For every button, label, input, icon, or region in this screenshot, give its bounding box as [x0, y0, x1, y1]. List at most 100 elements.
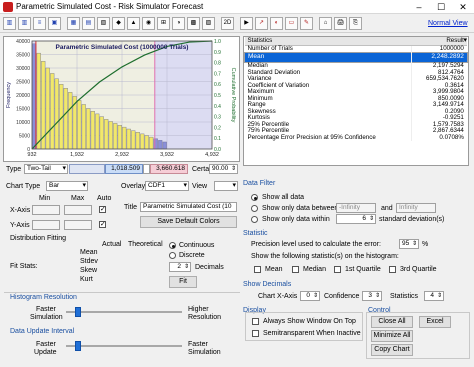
show-all-radio[interactable] [251, 194, 258, 201]
statistics-row[interactable]: Mean 2,248.2892 [244, 52, 468, 63]
confidence-decimals-input[interactable]: 3 [362, 291, 382, 301]
fit-button[interactable]: Fit [169, 276, 197, 288]
min-label: Min [39, 195, 51, 202]
x-axis-min-input[interactable] [32, 205, 60, 215]
toolbar-half-circle-icon[interactable]: ◑ [172, 17, 185, 30]
chart-type-select[interactable]: Bar [46, 181, 88, 191]
left-value-input[interactable]: 1,018.509 [105, 164, 143, 174]
toolbar-copy-icon[interactable]: ⎘ [349, 17, 362, 30]
within-radio[interactable] [251, 216, 258, 223]
within-input[interactable]: 6 [336, 214, 376, 224]
between-radio[interactable] [251, 205, 258, 212]
certainty-input[interactable]: 90.00 [209, 164, 238, 174]
overlay-label: Overlay [121, 183, 146, 190]
toolbar-list-icon[interactable]: ≡ [33, 17, 46, 30]
x-axis-max-input[interactable] [64, 205, 92, 215]
statistic-name: Number of Trials [247, 44, 293, 52]
toolbar-diamond-icon[interactable]: ◆ [112, 17, 125, 30]
toolbar-2d-icon[interactable]: 2D [221, 17, 234, 30]
histogram-bar [63, 88, 68, 150]
close-button[interactable]: ✕ [452, 0, 474, 14]
statistics-decimals-input[interactable]: 4 [424, 291, 444, 301]
normal-view-link[interactable]: Normal View [428, 20, 468, 27]
toolbar-home-icon[interactable]: ⌂ [319, 17, 332, 30]
median-label: Median [303, 266, 326, 273]
spacer-box [143, 164, 150, 174]
toolbar-pen-icon[interactable]: ✎ [300, 17, 313, 30]
chart-xaxis-decimals-input[interactable]: 0 [300, 291, 320, 301]
toolbar-grid-icon[interactable]: ▦ [67, 17, 80, 30]
y-axis-label-left: Frequency [6, 82, 12, 108]
statistics-row[interactable]: Percentage Error Precision at 95% Confid… [245, 133, 468, 141]
mean-label: Mean [265, 266, 283, 273]
toolbar-table-icon[interactable]: ▣ [48, 17, 61, 30]
fit-row-kurt: Kurt [80, 276, 93, 283]
minimize-all-button[interactable]: Minimize All [371, 330, 413, 342]
toolbar-circle-icon[interactable]: ◉ [142, 17, 155, 30]
app-icon [3, 2, 13, 12]
x-tick-label: 932 [27, 152, 36, 158]
third-quartile-label: 3rd Quartile [400, 266, 437, 273]
toolbar-bar-chart-icon[interactable]: ▥ [18, 17, 31, 30]
median-checkbox[interactable] [292, 266, 299, 273]
x-tick-label: 4,932 [205, 152, 219, 158]
overlay-select[interactable]: CDF1 [145, 181, 189, 191]
discrete-radio[interactable] [169, 252, 176, 259]
histogram-bar [122, 126, 127, 150]
decimals-input[interactable]: 2 [169, 262, 191, 272]
toolbar-triangle-icon[interactable]: ▲ [127, 17, 140, 30]
x-axis-label: X-Axis [10, 207, 31, 214]
chart-title-input[interactable]: Parametric Simulated Cost (10 [140, 202, 237, 212]
data-update-track [66, 345, 182, 347]
toolbar-stripes-icon[interactable]: ▨ [202, 17, 215, 30]
between-to-input[interactable]: Infinity [396, 203, 436, 213]
x-axis-auto-checkbox[interactable]: ✓ [99, 206, 106, 213]
precision-input[interactable]: 95 [399, 239, 419, 249]
update-left-label-1: Faster [36, 341, 56, 348]
toolbar-frame-icon[interactable]: ▭ [285, 17, 298, 30]
decimals-label: Decimals [195, 264, 224, 271]
toolbar-area-icon[interactable]: ▧ [97, 17, 110, 30]
toolbar-pattern-icon[interactable]: ▩ [187, 17, 200, 30]
histogram-bar [50, 73, 55, 150]
histogram-bar [140, 133, 145, 150]
toolbar-column-icon[interactable]: ▤ [82, 17, 95, 30]
y-axis-max-input[interactable] [64, 220, 92, 230]
fit-row-mean: Mean [80, 249, 98, 256]
between-from-input[interactable]: -Infinity [336, 203, 376, 213]
maximize-button[interactable]: ☐ [430, 0, 452, 14]
statistic-name: Percentage Error Precision at 95% Confid… [247, 133, 376, 141]
y-axis-auto-checkbox[interactable]: ✓ [99, 221, 106, 228]
third-quartile-checkbox[interactable] [389, 266, 396, 273]
save-default-colors-button[interactable]: Save Default Colors [140, 216, 237, 228]
type-select[interactable]: Two-Tail [24, 164, 68, 174]
view-select[interactable] [214, 181, 238, 191]
statistics-row[interactable]: Number of Trials 1000000 [245, 45, 468, 53]
histogram-resolution-slider[interactable] [74, 307, 81, 317]
semitransparent-checkbox[interactable] [252, 330, 259, 337]
toolbar-bar-chart-icon[interactable]: ▥ [3, 17, 16, 30]
always-on-top-checkbox[interactable] [252, 318, 259, 325]
right-value-input[interactable]: 3,660.618 [150, 164, 188, 174]
toolbar-shade-icon[interactable]: ◐ [270, 17, 283, 30]
toolbar-arrow-icon[interactable]: ↗ [255, 17, 268, 30]
toolbar-tiles-icon[interactable]: ⊞ [157, 17, 170, 30]
mean-checkbox[interactable] [254, 266, 261, 273]
excel-button[interactable]: Excel [419, 316, 451, 328]
chart-title: Parametric Simulated Cost (1000000 Trial… [56, 44, 189, 51]
toolbar-print-icon[interactable]: 🖨 [334, 17, 347, 30]
first-quartile-checkbox[interactable] [334, 266, 341, 273]
fit-stats-label: Fit Stats: [10, 263, 38, 270]
toolbar-play-icon[interactable]: ▶ [240, 17, 253, 30]
window-title: Parametric Simulated Cost - Risk Simulat… [16, 2, 204, 11]
y-tick-label-right: 0.4 [214, 104, 221, 110]
close-all-button[interactable]: Close All [371, 316, 413, 328]
copy-chart-button[interactable]: Copy Chart [371, 344, 413, 356]
y-axis-min-input[interactable] [32, 220, 60, 230]
continuous-radio[interactable] [169, 242, 176, 249]
hist-right-label-1: Higher [188, 306, 209, 313]
data-update-slider[interactable] [74, 341, 81, 351]
histogram-bar [108, 121, 113, 150]
y-tick-label-right: 0.8 [214, 61, 221, 67]
minimize-button[interactable]: – [408, 0, 430, 14]
